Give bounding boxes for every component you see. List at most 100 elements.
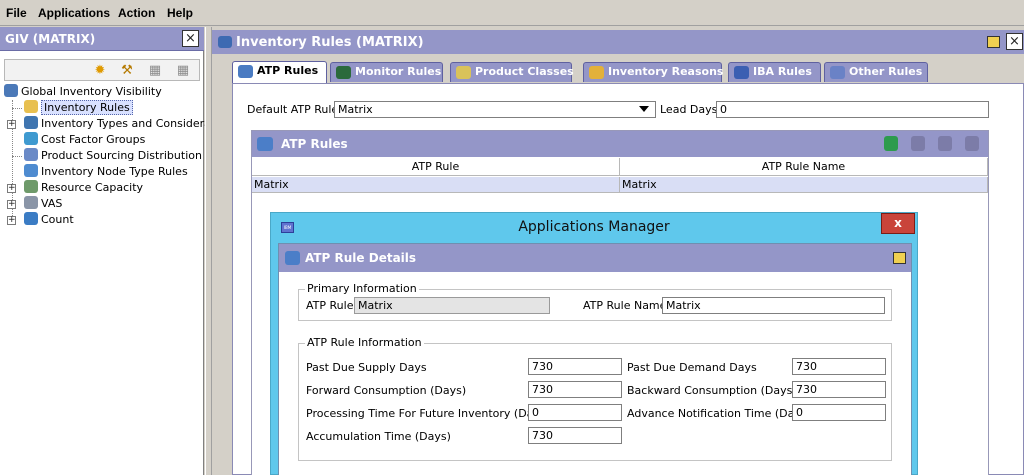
tree-item-resource-capacity[interactable]: Resource Capacity [24, 180, 143, 196]
backward-consumption-input[interactable]: 730 [792, 381, 886, 398]
disabled-rule-icon[interactable] [911, 136, 925, 151]
accumulation-time-label: Accumulation Time (Days) [306, 430, 451, 443]
tab-iba-rules[interactable]: IBA Rules [728, 62, 821, 82]
atp-rules-tab-icon [238, 65, 253, 78]
tree-item-vas[interactable]: VAS [24, 196, 62, 212]
dialog-window-title: Applications Manager [518, 219, 670, 235]
save-icon[interactable] [893, 252, 906, 264]
column-header-atp-rule[interactable]: ATP Rule [252, 158, 620, 176]
atp-rule-label: ATP Rule [306, 299, 354, 312]
disabled-tool-icon[interactable]: ▦ [175, 63, 191, 78]
tree-item-inventory-node-type-rules[interactable]: Inventory Node Type Rules [24, 164, 188, 180]
accumulation-time-input[interactable]: 730 [528, 427, 622, 444]
backward-consumption-label: Backward Consumption (Days) [627, 384, 797, 397]
tree-node-icon [24, 148, 38, 161]
tree-node-icon [24, 164, 38, 177]
atp-rule-field: Matrix [354, 297, 550, 314]
close-panel-icon[interactable]: × [182, 30, 199, 47]
table-cell-atp-rule[interactable]: Matrix [252, 177, 620, 193]
panel-splitter[interactable] [205, 27, 212, 475]
forward-consumption-label: Forward Consumption (Days) [306, 384, 467, 397]
atp-rules-header: ATP Rules [252, 131, 988, 157]
details-title: ATP Rule Details [305, 251, 417, 265]
advance-notification-label: Advance Notification Time (Days) [627, 407, 811, 420]
tree-node-icon [24, 116, 38, 129]
inventory-rules-icon [218, 36, 232, 48]
tree-item-cost-factor-groups[interactable]: Cost Factor Groups [24, 132, 145, 148]
dialog-close-button[interactable]: x [881, 213, 915, 234]
expand-icon[interactable]: + [7, 200, 16, 209]
past-due-supply-days-label: Past Due Supply Days [306, 361, 427, 374]
menu-applications[interactable]: Applications [38, 6, 110, 20]
atp-rule-information-section: ATP Rule Information Past Due Supply Day… [298, 336, 892, 461]
tree-node-icon [4, 84, 18, 97]
gear-icon[interactable]: ✹ [92, 63, 108, 78]
tree-node-icon [24, 212, 38, 225]
expand-icon[interactable]: + [7, 184, 16, 193]
past-due-supply-days-input[interactable]: 730 [528, 358, 622, 375]
atp-rule-information-legend: ATP Rule Information [305, 336, 424, 349]
primary-information-section: Primary Information ATP Rule Matrix ATP … [298, 282, 892, 321]
atp-rules-icon [257, 137, 273, 151]
navigation-title: GIV (MATRIX) [5, 32, 96, 46]
atp-rule-details-dialog: IBM Applications Manager x ATP Rule Deta… [270, 212, 918, 475]
default-atp-rule-select[interactable]: Matrix [334, 101, 656, 118]
disabled-rule-icon[interactable] [938, 136, 952, 151]
forward-consumption-input[interactable]: 730 [528, 381, 622, 398]
tree-node-icon [24, 132, 38, 145]
menu-action[interactable]: Action [118, 6, 155, 20]
main-header: Inventory Rules (MATRIX) × [212, 30, 1024, 54]
disabled-rule-icon[interactable] [965, 136, 979, 151]
tab-other-rules[interactable]: Other Rules [824, 62, 928, 82]
dropdown-arrow-icon[interactable] [639, 106, 649, 112]
hammer-icon[interactable]: ⚒ [119, 63, 135, 78]
close-panel-icon[interactable]: × [1006, 33, 1023, 50]
tree-item-count[interactable]: Count [24, 212, 74, 228]
iba-rules-tab-icon [734, 66, 749, 79]
tree-toolbar: ✹ ⚒ ▦ ▦ [4, 59, 200, 81]
tab-product-classes[interactable]: Product Classes [450, 62, 574, 82]
tree-node-icon [24, 180, 38, 193]
folder-icon [24, 100, 38, 113]
column-header-atp-rule-name[interactable]: ATP Rule Name [620, 158, 988, 176]
dialog-content: ATP Rule Details Primary Information ATP… [278, 243, 912, 475]
atp-rule-details-icon [285, 251, 300, 265]
tree-node-icon [24, 196, 38, 209]
page-title: Inventory Rules (MATRIX) [236, 35, 424, 50]
tab-monitor-rules[interactable]: Monitor Rules [330, 62, 443, 82]
tree-item-global-inventory-visibility[interactable]: Global Inventory Visibility [4, 84, 162, 100]
advance-notification-input[interactable]: 0 [792, 404, 886, 421]
menu-help[interactable]: Help [167, 6, 193, 20]
tab-atp-rules[interactable]: ATP Rules [232, 61, 327, 83]
past-due-demand-days-input[interactable]: 730 [792, 358, 886, 375]
tree-item-inventory-rules[interactable]: Inventory Rules [24, 100, 133, 116]
disabled-tool-icon[interactable]: ▦ [147, 63, 163, 78]
atp-rule-name-label: ATP Rule Name [583, 299, 667, 312]
lead-days-input[interactable]: 0 [716, 101, 989, 118]
expand-icon[interactable]: + [7, 216, 16, 225]
tree-item-inventory-types[interactable]: Inventory Types and Consideratio [24, 116, 225, 132]
primary-information-legend: Primary Information [305, 282, 419, 295]
past-due-demand-days-label: Past Due Demand Days [627, 361, 757, 374]
inventory-reasons-tab-icon [589, 66, 604, 79]
navigation-header: GIV (MATRIX) × [0, 27, 204, 51]
expand-icon[interactable]: + [7, 120, 16, 129]
add-rule-icon[interactable] [884, 136, 898, 151]
other-rules-tab-icon [830, 66, 845, 79]
product-classes-tab-icon [456, 66, 471, 79]
atp-rules-title: ATP Rules [281, 137, 348, 151]
atp-rule-name-field[interactable]: Matrix [662, 297, 885, 314]
monitor-rules-tab-icon [336, 66, 351, 79]
lead-days-label: Lead Days [660, 103, 718, 116]
navigation-panel: GIV (MATRIX) × ✹ ⚒ ▦ ▦ Global Inventory … [0, 27, 225, 475]
save-icon[interactable] [987, 36, 1000, 48]
default-atp-rule-label: Default ATP Rule [247, 103, 339, 116]
details-header: ATP Rule Details [279, 244, 911, 272]
menu-file[interactable]: File [6, 6, 27, 20]
tab-inventory-reasons[interactable]: Inventory Reasons [583, 62, 723, 82]
menu-bar: File Applications Action Help [0, 0, 1024, 26]
processing-time-input[interactable]: 0 [528, 404, 622, 421]
processing-time-label: Processing Time For Future Inventory (Da… [306, 407, 550, 420]
tree-item-product-sourcing[interactable]: Product Sourcing Distribution Gro [24, 148, 225, 164]
table-cell-atp-rule-name[interactable]: Matrix [620, 177, 988, 193]
